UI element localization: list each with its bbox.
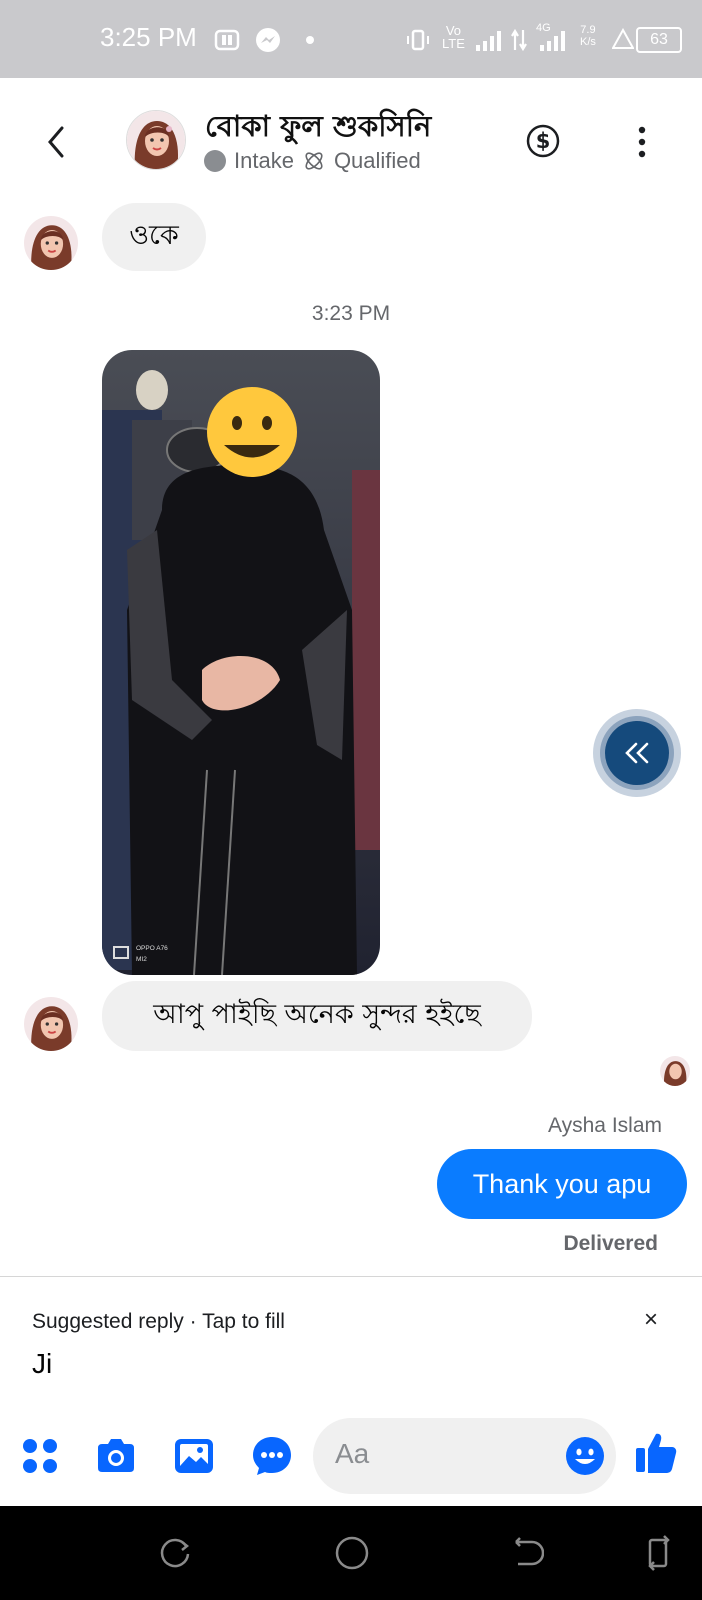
recents-icon[interactable]	[158, 1536, 192, 1570]
suggested-reply-header: Suggested reply · Tap to fill	[32, 1310, 285, 1334]
photo-watermark-model: MI2	[136, 956, 147, 963]
outgoing-message-bubble[interactable]: Thank you apu	[437, 1149, 687, 1219]
gallery-icon[interactable]	[172, 1434, 216, 1478]
message-avatar[interactable]	[24, 997, 78, 1051]
more-actions-icon[interactable]	[18, 1434, 62, 1478]
message-input-placeholder: Aa	[335, 1438, 370, 1469]
more-notifications-dot	[306, 36, 314, 44]
photo-watermark-device: OPPO A76	[136, 945, 168, 952]
lte-text: LTE	[442, 36, 465, 51]
intake-dot-icon	[204, 150, 226, 172]
suggested-reply-separator: ·	[189, 1310, 197, 1333]
message-avatar[interactable]	[24, 216, 78, 270]
photo-message[interactable]: OPPO A76 MI2	[102, 350, 380, 975]
battery-icon: 63	[636, 27, 682, 53]
message-text: ওকে	[129, 219, 179, 251]
message-text: আপু পাইছি অনেক সুন্দর হইছে	[153, 998, 481, 1030]
message-text: Thank you apu	[472, 1168, 652, 1199]
scroll-to-latest-button[interactable]	[592, 708, 682, 798]
data-transfer-icon	[511, 28, 527, 52]
contact-name[interactable]: বোকা ফুল শুকসিনি	[205, 104, 431, 153]
suggested-reply-hint: Tap to fill	[202, 1310, 285, 1333]
vibrate-icon	[407, 29, 429, 51]
more-options-icon[interactable]	[632, 124, 652, 160]
notification-app-icon	[214, 29, 240, 51]
seen-by-avatar	[660, 1056, 690, 1086]
system-navigation-bar	[0, 1506, 702, 1600]
delivery-status: Delivered	[563, 1232, 658, 1255]
svg-text:$: $	[536, 129, 551, 153]
close-suggestion-button[interactable]: ×	[644, 1306, 658, 1334]
signal-2-icon	[540, 31, 565, 51]
warning-icon	[612, 28, 634, 49]
rotate-screen-icon[interactable]	[644, 1534, 674, 1572]
message-timestamp: 3:23 PM	[311, 302, 391, 325]
chat-bubble-icon[interactable]	[250, 1434, 294, 1478]
volte-indicator: Vo LTE	[442, 24, 465, 50]
status-time: 3:25 PM	[100, 22, 197, 52]
payment-dollar-icon[interactable]: $	[526, 124, 560, 158]
home-icon[interactable]	[333, 1534, 371, 1572]
camera-icon[interactable]	[94, 1434, 138, 1478]
qualified-atom-icon	[305, 152, 323, 170]
label-qualified: Qualified	[333, 148, 421, 173]
emoji-icon[interactable]	[565, 1436, 605, 1476]
suggested-reply-text[interactable]: Ji	[32, 1348, 52, 1380]
back-icon[interactable]	[42, 122, 72, 162]
contact-avatar[interactable]	[126, 110, 186, 170]
sender-name: Aysha Islam	[548, 1114, 662, 1137]
status-bar: 3:25 PM Vo LTE 4G 7.9 K/s 63	[0, 0, 702, 78]
suggested-reply-title: Suggested reply	[32, 1310, 184, 1333]
battery-level: 63	[650, 31, 668, 48]
incoming-message-bubble[interactable]: ওকে	[102, 203, 206, 271]
like-thumbs-up-icon[interactable]	[634, 1430, 678, 1476]
net-speed-value: 7.9	[580, 24, 596, 36]
incoming-message-bubble[interactable]: আপু পাইছি অনেক সুন্দর হইছে	[102, 981, 532, 1051]
net-speed: 7.9 K/s	[580, 24, 596, 48]
messenger-icon	[256, 28, 280, 52]
message-input[interactable]: Aa	[313, 1418, 616, 1494]
net-speed-unit: K/s	[580, 36, 596, 48]
label-intake: Intake	[234, 148, 294, 173]
signal-1-icon	[476, 31, 501, 51]
contact-labels[interactable]: Intake Qualified	[204, 148, 421, 174]
back-nav-icon[interactable]	[510, 1536, 544, 1570]
divider	[0, 1276, 702, 1277]
